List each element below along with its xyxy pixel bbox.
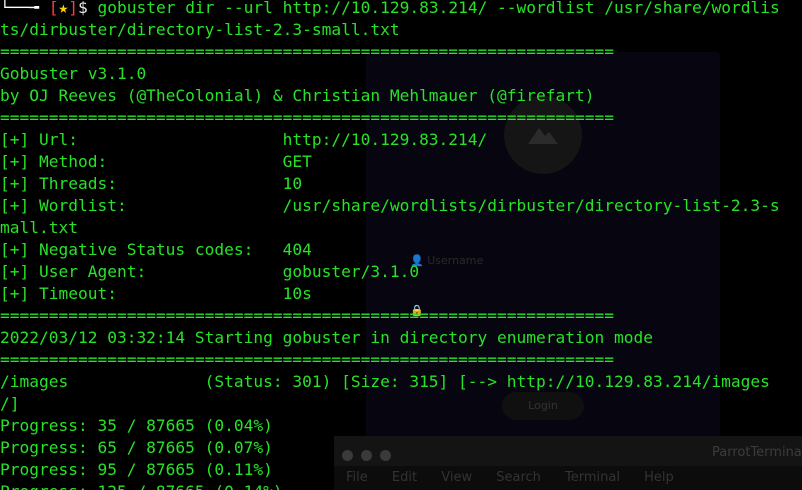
output-line: mall.txt — [0, 218, 78, 237]
output-line: 2022/03/12 03:32:14 Starting gobuster in… — [0, 328, 653, 347]
prompt-close-bracket: ] — [68, 0, 78, 17]
output-line: [+] Timeout: 10s — [0, 284, 312, 303]
output-line: Progress: 35 / 87665 (0.04%) — [0, 416, 273, 435]
terminal-window[interactable]: 👤 Username 🔒 Login ParrotTerminal File E… — [0, 0, 802, 490]
output-line: Gobuster v3.1.0 — [0, 64, 147, 83]
output-line: /] — [0, 394, 20, 413]
output-line: [+] Wordlist: /usr/share/wordlists/dirbu… — [0, 196, 780, 215]
prompt-line: └──╼ [★]$ gobuster dir --url http://10.1… — [0, 0, 802, 19]
output-line: Progress: 125 / 87665 (0.14%) — [0, 481, 802, 490]
prompt-decoration: └──╼ — [0, 0, 49, 17]
output-line: Progress: 65 / 87665 (0.07%) — [0, 438, 273, 457]
command-continuation: ts/dirbuster/directory-list-2.3-small.tx… — [0, 20, 400, 39]
terminal-output: └──╼ [★]$ gobuster dir --url http://10.1… — [0, 0, 802, 490]
output-line: [+] Url: http://10.129.83.214/ — [0, 130, 488, 149]
prompt-symbol: $ — [77, 0, 98, 17]
output-line: ========================================… — [0, 306, 614, 325]
star-icon: ★ — [58, 0, 69, 17]
command-output: ========================================… — [0, 41, 802, 490]
output-line: /images (Status: 301) [Size: 315] [--> h… — [0, 372, 770, 391]
output-line: ========================================… — [0, 108, 614, 127]
command-text: gobuster dir --url http://10.129.83.214/… — [97, 0, 780, 17]
output-line: ========================================… — [0, 42, 614, 61]
output-line: ========================================… — [0, 350, 614, 369]
output-line: by OJ Reeves (@TheColonial) & Christian … — [0, 86, 595, 105]
output-line: Progress: 95 / 87665 (0.11%) — [0, 460, 273, 479]
output-line: [+] User Agent: gobuster/3.1.0 — [0, 262, 420, 281]
output-line: [+] Method: GET — [0, 152, 312, 171]
output-line: [+] Threads: 10 — [0, 174, 303, 193]
output-line: [+] Negative Status codes: 404 — [0, 240, 312, 259]
